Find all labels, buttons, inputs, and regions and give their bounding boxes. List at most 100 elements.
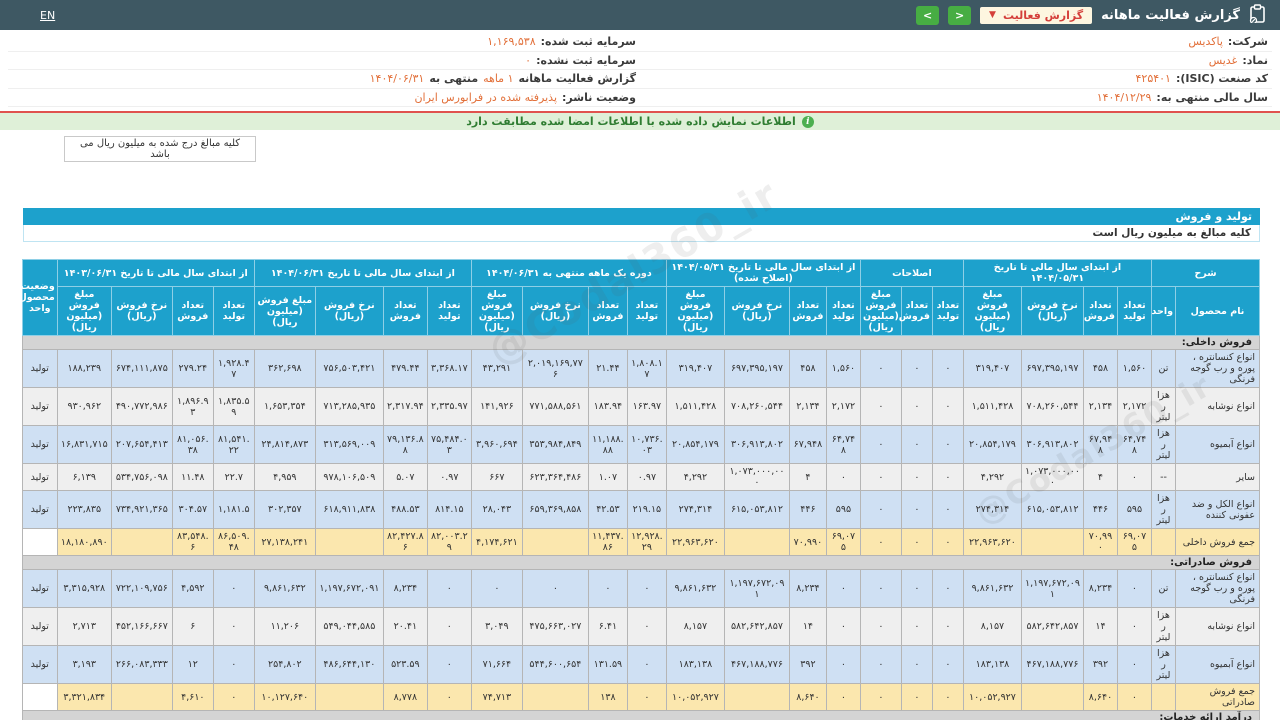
cell-value: ۸۱,۵۴۱.۲۲ [212,425,255,464]
cell-value: ۰ [825,645,861,684]
cell-value: ۵۸۲,۶۴۲,۸۵۷ [1020,607,1084,646]
cell-value [723,528,790,556]
cell-status: تولید [21,607,58,646]
cell-value [1020,528,1084,556]
cell-value: ۲۱.۴۴ [587,349,628,388]
column-header: مبلغ فروش (میلیون ریال) [56,286,112,336]
cell-value: ۲۰۷,۶۵۴,۴۱۳ [110,425,173,464]
column-header: تعداد فروش [587,286,628,336]
section-header-row: درآمد ارائه خدمات: [21,710,1261,720]
column-header: مبلغ فروش (میلیون ریال) [253,286,316,336]
cell-value: ۴,۲۹۲ [665,463,725,491]
column-header: تعداد فروش [1082,286,1118,336]
cell-value: ۰ [859,569,902,608]
cell-value: ۲۲,۹۶۳,۶۲۰ [962,528,1022,556]
cell-value: ۶۹۷,۳۹۵,۱۹۷ [1020,349,1084,388]
cell-status [21,683,58,711]
column-header: نرخ فروش (ریال) [521,286,589,336]
cell-value: ۸,۲۳۴ [1082,569,1118,608]
cell-value: ۰ [859,645,902,684]
publisher-status-field: وضعیت ناشر: پذیرفته شده در فرابورس ایران [8,91,640,104]
cell-value: ۱,۹۲۸.۴۷ [212,349,255,388]
cell-value: ۳۰۲,۳۵۷ [253,490,316,529]
cell-value: ۷۲۲,۱۰۹,۷۵۶ [110,569,173,608]
cell-value: ۲۰,۸۵۴,۱۷۹ [962,425,1022,464]
cell-value: ۴۵۸ [1082,349,1118,388]
cell-value: ۳,۱۹۳ [56,645,112,684]
cell-value: ۲۷۹.۲۴ [171,349,214,388]
cell-product-name: انواع آبمیوه [1175,425,1260,464]
cell-value: ۱۸۸,۲۳۹ [56,349,112,388]
cell-value: ۰ [931,349,964,388]
cell-value: ۲۴,۸۱۴,۸۷۳ [253,425,316,464]
cell-value: ۲,۱۳۴ [1082,387,1118,426]
cell-value: ۰ [212,569,255,608]
cell-value: ۳۹۲ [788,645,827,684]
cell-value: ۱۸۳,۱۳۸ [665,645,725,684]
cell-value: ۴,۶۱۰ [171,683,214,711]
cell-product-name: انواع کنسانتره ، پوره و رب گوجه فرنگی [1175,569,1260,608]
cell-value: ۲,۷۱۳ [56,607,112,646]
cell-value: ۳۰۶,۹۱۳,۸۰۲ [1020,425,1084,464]
cell-value: ۵.۰۷ [382,463,428,491]
cell-value [314,528,384,556]
cell-value: ۰ [426,607,472,646]
cell-status [21,528,58,556]
cell-value: ۶,۱۳۹ [56,463,112,491]
report-period-label: گزارش فعالیت ماهانه [518,72,637,86]
next-report-button[interactable]: > [948,5,972,25]
cell-product-name: انواع الکل و ضد عفونی کننده [1175,490,1260,529]
cell-value [1020,683,1084,711]
column-header: نام محصول [1175,286,1260,336]
cell-value: ۲۰.۴۱ [382,607,428,646]
cell-value: ۱۰,۷۳۶.۰۳ [626,425,667,464]
cell-value: ۸,۲۳۴ [788,569,827,608]
report-type-select[interactable]: گزارش فعالیت ▼ [980,6,1093,24]
cell-value: ۱۸,۱۸۰,۸۹۰ [56,528,112,556]
cell-value: ۰ [1116,683,1152,711]
cell-value: ۱,۰۷۳,۰۰۰,۰۰۰ [723,463,790,491]
cell-value: ۱۴ [788,607,827,646]
cell-value: ۱۴ [1082,607,1118,646]
cell-value: ۱,۵۶۰ [825,349,861,388]
info-row: کد صنعت (ISIC): ۴۲۵۴۰۱ گزارش فعالیت ماها… [8,70,1272,89]
cell-value: ۲۲.۷ [212,463,255,491]
cell-value [110,528,173,556]
cell-value: ۰.۹۷ [626,463,667,491]
cell-value: ۵۴۴,۶۰۰,۶۵۴ [521,645,589,684]
cell-value: ۱,۶۵۳,۳۵۴ [253,387,316,426]
cell-value: ۴,۹۵۹ [253,463,316,491]
language-switch-link[interactable]: EN [40,9,55,22]
cell-value: ۶۹۷,۳۹۵,۱۹۷ [723,349,790,388]
unregistered-capital-field: سرمایه ثبت نشده: ۰ [8,54,640,67]
cell-value: ۱۱,۲۰۶ [253,607,316,646]
symbol-label: نماد: [1242,53,1268,67]
cell-value: ۴۹۰,۷۷۲,۹۸۶ [110,387,173,426]
cell-value: ۴۸۸.۵۳ [382,490,428,529]
cell-value: ۲,۱۷۲ [825,387,861,426]
cell-value: ۰ [825,607,861,646]
column-header: نرخ فروش (ریال) [723,286,790,336]
cell-unit: -- [1150,463,1177,491]
amounts-unit-note: کلیه مبالغ درج شده به میلیون ریال می باش… [64,136,256,162]
cell-value: ۷۵,۴۸۴.۰۳ [426,425,472,464]
cell-value: ۰ [521,569,589,608]
symbol-link[interactable]: غدیس [1209,54,1238,67]
report-period-date: ۱۴۰۴/۰۶/۳۱ [369,72,425,86]
prev-report-button[interactable]: < [916,5,940,25]
company-name-link[interactable]: پاکدیس [1188,35,1223,48]
cell-status: تولید [21,645,58,684]
cell-value: ۰ [900,463,933,491]
cell-value: ۳۰۴.۵۷ [171,490,214,529]
cell-value: ۸,۶۴۰ [788,683,827,711]
cell-value: ۲۲۳,۸۳۵ [56,490,112,529]
production-sales-section: تولید و فروش کلیه مبالغ به میلیون ریال ا… [15,208,1261,720]
cell-value: ۴۶۷,۱۸۸,۷۷۶ [723,645,790,684]
cell-value: ۱۰,۰۵۲,۹۲۷ [962,683,1022,711]
cell-status: تولید [21,425,58,464]
column-group-header: از ابتدای سال مالی تا تاریخ ۱۴۰۴/۰۵/۳۱ [962,259,1152,287]
cell-value: ۴۶۷,۱۸۸,۷۷۶ [1020,645,1084,684]
cell-status: تولید [21,490,58,529]
cell-value: ۵۴۹,۰۴۴,۵۸۵ [314,607,384,646]
cell-value: ۰ [900,387,933,426]
